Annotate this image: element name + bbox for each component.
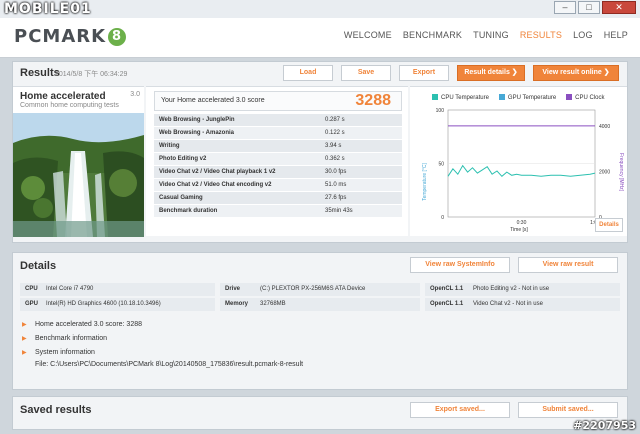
table-row: Casual Gaming 27.6 fps — [154, 192, 402, 205]
nav-results[interactable]: RESULTS — [520, 30, 562, 40]
table-row: Video Chat v2 / Video Chat encoding v2 51… — [154, 179, 402, 192]
expand-arrow-icon: ▶ — [22, 336, 27, 342]
window-controls: – □ ✕ — [554, 1, 636, 14]
score-label: Your Home accelerated 3.0 score — [161, 97, 265, 104]
waterfall-image — [13, 113, 144, 237]
y-left-tick-label: 100 — [436, 108, 445, 114]
test-version: 3.0 — [130, 91, 140, 98]
close-button[interactable]: ✕ — [602, 1, 636, 14]
left-axis-label: Temperature [°C] — [422, 162, 428, 200]
nav-log[interactable]: LOG — [573, 30, 593, 40]
watermark-logo: MOBILE01 — [4, 1, 92, 17]
table-row: Photo Editing v2 0.362 s — [154, 153, 402, 166]
watermark-id: #2207953 — [573, 419, 636, 432]
table-row: Benchmark duration 35min 43s — [154, 205, 402, 218]
view-raw-systeminfo-button[interactable]: View raw SystemInfo — [410, 257, 510, 273]
results-timestamp: 2014/5/8 下午 06:34:29 — [55, 71, 128, 78]
expand-arrow-icon: ▶ — [22, 322, 27, 328]
results-header: Results 2014/5/8 下午 06:34:29 Load Save E… — [13, 62, 627, 84]
x-tick-label: 0:30 — [517, 220, 527, 226]
load-button[interactable]: Load — [283, 65, 333, 81]
main-nav: WELCOME BENCHMARK TUNING RESULTS LOG HEL… — [344, 30, 628, 40]
sys-gpu: GPU Intel(R) HD Graphics 4600 (10.18.10.3… — [20, 298, 215, 311]
details-title: Details — [20, 260, 57, 272]
submit-saved-button[interactable]: Submit saved... — [518, 402, 618, 418]
saved-results-panel: Saved results Export saved... Submit sav… — [12, 396, 628, 430]
score-summary: Your Home accelerated 3.0 score 3288 — [154, 91, 402, 111]
sys-opencl-videochat: OpenCL 1.1 Video Chat v2 - Not in use — [425, 298, 620, 311]
table-row: Writing 3.94 s — [154, 140, 402, 153]
sys-drive: Drive (C:) PLEXTOR PX-256M6S ATA Device — [220, 283, 420, 296]
nav-tuning[interactable]: TUNING — [473, 30, 509, 40]
app-header: PCMARK 8 WELCOME BENCHMARK TUNING RESULTS… — [0, 18, 640, 58]
logo-badge: 8 — [108, 28, 127, 46]
test-card: Home accelerated Common home computing t… — [13, 86, 144, 237]
y-right-tick-label: 2000 — [599, 169, 610, 175]
sys-memory: Memory 32768MB — [220, 298, 420, 311]
minimize-button[interactable]: – — [554, 1, 576, 14]
expander-score[interactable]: ▶ Home accelerated 3.0 score: 3288 — [20, 319, 620, 333]
expand-arrow-icon: ▶ — [22, 350, 27, 356]
export-saved-button[interactable]: Export saved... — [410, 402, 510, 418]
expander-benchmark-info[interactable]: ▶ Benchmark information — [20, 333, 620, 347]
score-value: 3288 — [355, 92, 391, 109]
sys-opencl-photo: OpenCL 1.1 Photo Editing v2 - Not in use — [425, 283, 620, 296]
y-left-tick-label: 0 — [441, 215, 444, 221]
result-details-button[interactable]: Result details ❯ — [457, 65, 525, 81]
results-panel: Results 2014/5/8 下午 06:34:29 Load Save E… — [12, 61, 628, 243]
saved-results-title: Saved results — [20, 404, 92, 416]
window-titlebar: – □ ✕ — [0, 0, 640, 18]
app-logo: PCMARK 8 — [14, 26, 127, 47]
details-expanders: ▶ Home accelerated 3.0 score: 3288 ▶ Bench… — [20, 319, 620, 361]
view-result-online-button[interactable]: View result online ❯ — [533, 65, 619, 81]
x-axis-label: Time [s] — [510, 227, 528, 233]
nav-help[interactable]: HELP — [604, 30, 628, 40]
monitoring-chart-card: CPU Temperature GPU Temperature CPU Cloc… — [410, 86, 627, 236]
expander-system-info[interactable]: ▶ System information — [20, 347, 620, 361]
maximize-button[interactable]: □ — [578, 1, 600, 14]
results-title: Results — [20, 67, 60, 79]
nav-welcome[interactable]: WELCOME — [344, 30, 392, 40]
table-row: Video Chat v2 / Video Chat playback 1 v2… — [154, 166, 402, 179]
right-axis-label: Frequency [MHz] — [618, 153, 624, 192]
details-panel: Details View raw SystemInfo View raw res… — [12, 252, 628, 390]
result-file-path: File: C:\Users\PC\Documents\PCMark 8\Log… — [35, 361, 304, 368]
table-row: Web Browsing - JunglePin 0.287 s — [154, 114, 402, 127]
score-table: Web Browsing - JunglePin 0.287 s Web Brow… — [154, 114, 402, 218]
save-button[interactable]: Save — [341, 65, 391, 81]
table-row: Web Browsing - Amazonia 0.122 s — [154, 127, 402, 140]
chart-details-button[interactable]: Details — [595, 218, 623, 232]
score-card: Your Home accelerated 3.0 score 3288 Web… — [146, 86, 408, 236]
test-title: Home accelerated — [20, 91, 106, 102]
y-right-tick-label: 4000 — [599, 124, 610, 130]
monitoring-chart: Temperature [°C] Frequency [MHz] Time [s… — [422, 108, 624, 233]
export-button[interactable]: Export — [399, 65, 449, 81]
y-left-tick-label: 50 — [438, 162, 444, 168]
sys-cpu: CPU Intel Core i7 4790 — [20, 283, 215, 296]
test-subtitle: Common home computing tests — [20, 102, 119, 109]
view-raw-result-button[interactable]: View raw result — [518, 257, 618, 273]
nav-benchmark[interactable]: BENCHMARK — [403, 30, 462, 40]
